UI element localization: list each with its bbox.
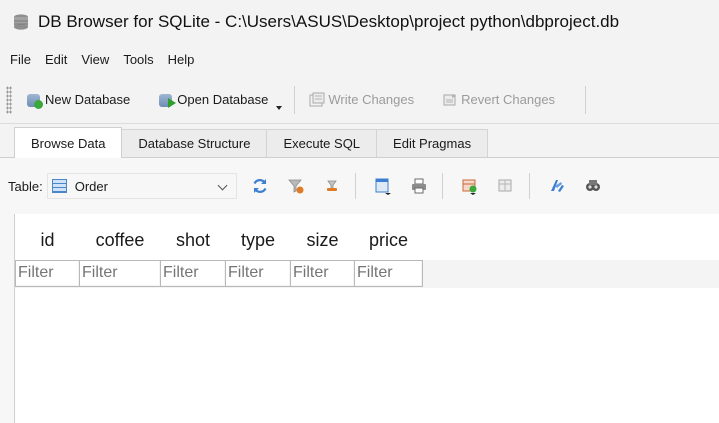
tab-browse-data[interactable]: Browse Data <box>14 127 123 158</box>
main-tab-bar: Browse Data Database Structure Execute S… <box>0 126 719 158</box>
revert-changes-button[interactable]: Revert Changes <box>434 84 563 116</box>
tab-edit-pragmas[interactable]: Edit Pragmas <box>376 129 489 157</box>
find-icon[interactable] <box>548 177 566 195</box>
table-select[interactable]: Order <box>46 173 237 199</box>
open-database-icon <box>158 92 177 108</box>
menu-bar: File Edit View Tools Help <box>0 44 719 74</box>
filter-row <box>15 259 423 287</box>
write-changes-button[interactable]: Write Changes <box>301 84 422 116</box>
find-replace-icon[interactable] <box>584 177 602 195</box>
chevron-down-icon <box>217 180 228 191</box>
filter-input-type[interactable] <box>226 261 289 285</box>
table-selector-bar: Table: Order <box>0 158 719 214</box>
insert-record-icon[interactable] <box>374 177 392 195</box>
column-header-id[interactable]: id <box>16 222 80 260</box>
clear-filter-icon[interactable] <box>287 177 305 195</box>
save-filter-icon[interactable] <box>323 177 341 195</box>
window-title: DB Browser for SQLite - C:\Users\ASUS\De… <box>38 12 620 31</box>
menu-view[interactable]: View <box>75 52 117 67</box>
main-toolbar: New Database Open Database Write Changes… <box>0 76 719 124</box>
filter-input-id[interactable] <box>16 261 78 285</box>
column-header-type[interactable]: type <box>226 222 291 260</box>
filter-input-shot[interactable] <box>161 261 224 285</box>
new-record-icon[interactable] <box>461 177 479 195</box>
delete-record-icon[interactable] <box>497 177 515 195</box>
table-label: Table: <box>8 178 43 194</box>
table-icon <box>51 179 67 193</box>
new-database-label: New Database <box>45 92 131 107</box>
refresh-icon[interactable] <box>251 177 269 195</box>
table-header-row: id coffee shot type size price <box>16 222 423 260</box>
toolbar-separator <box>585 85 587 114</box>
column-header-price[interactable]: price <box>355 222 423 260</box>
write-changes-label: Write Changes <box>328 92 415 107</box>
menu-tools[interactable]: Tools <box>117 52 161 67</box>
revert-changes-label: Revert Changes <box>461 92 556 107</box>
db-browser-icon <box>12 13 30 31</box>
browse-table: id coffee shot type size price <box>15 222 423 287</box>
new-database-icon <box>26 92 43 109</box>
open-database-dropdown-icon[interactable] <box>276 105 283 110</box>
toolbar-grip-handle[interactable] <box>6 85 12 114</box>
column-header-size[interactable]: size <box>291 222 355 260</box>
new-database-button[interactable]: New Database <box>18 84 138 116</box>
filter-input-price[interactable] <box>355 261 421 285</box>
data-grid: id coffee shot type size price <box>14 214 719 423</box>
tab-execute-sql[interactable]: Execute SQL <box>266 129 378 157</box>
menu-file[interactable]: File <box>4 52 39 67</box>
open-database-label: Open Database <box>177 92 269 107</box>
browse-data-panel: Table: Order id coffee shot type size pr… <box>0 158 719 423</box>
toolbar-separator <box>294 85 296 114</box>
toolbar-separator <box>441 173 443 199</box>
filter-input-coffee[interactable] <box>80 261 159 285</box>
column-header-shot[interactable]: shot <box>161 222 226 260</box>
toolbar-separator <box>354 173 356 199</box>
title-bar: DB Browser for SQLite - C:\Users\ASUS\De… <box>0 0 719 44</box>
revert-changes-icon <box>442 92 458 108</box>
selected-table-name: Order <box>74 178 108 194</box>
write-changes-icon <box>309 92 325 108</box>
column-header-coffee[interactable]: coffee <box>80 222 161 260</box>
filter-input-size[interactable] <box>291 261 353 285</box>
menu-help[interactable]: Help <box>162 52 203 67</box>
toolbar-separator <box>528 173 530 199</box>
open-database-button[interactable]: Open Database <box>150 84 283 116</box>
tab-database-structure[interactable]: Database Structure <box>121 129 268 157</box>
print-icon[interactable] <box>410 177 428 195</box>
menu-edit[interactable]: Edit <box>39 52 75 67</box>
